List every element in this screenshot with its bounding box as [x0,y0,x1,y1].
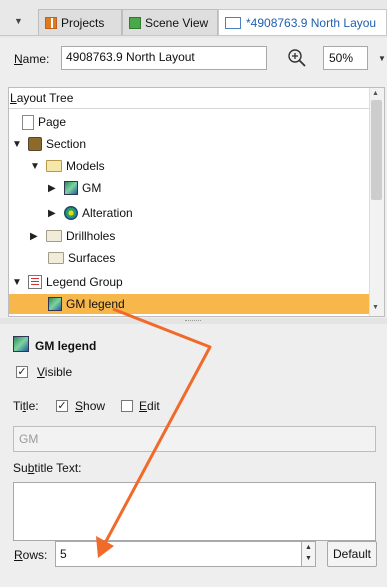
grid-icon [45,16,57,29]
gm-legend-icon [48,297,62,311]
tree-item-label: Legend Group [46,275,123,289]
page-icon [22,114,34,130]
tree-item-label: Section [46,137,87,151]
expand-toggle-icon[interactable]: ▼ [30,161,40,172]
zoom-dropdown-icon[interactable]: ▼ [378,54,386,63]
subtitle-label: Subtitle Text: [13,461,82,475]
scroll-up-icon[interactable]: ▲ [372,90,379,97]
layout-tree-header: Layout Tree [10,91,74,105]
edit-label: Edit [139,399,160,413]
expand-toggle-icon[interactable]: ▼ [12,277,22,288]
edit-checkbox[interactable] [121,400,133,412]
zoom-in-icon[interactable] [287,48,307,68]
properties-title: GM legend [35,339,97,353]
legend-group-icon [28,275,42,289]
default-button[interactable]: Default [327,541,377,567]
tree-item-surfaces[interactable]: Surfaces [48,248,115,268]
tree-item-label: Models [66,159,105,173]
expand-toggle-icon[interactable]: ▶ [48,208,58,219]
tree-item-drillholes[interactable]: ▶ Drillholes [30,226,115,246]
tab-scene-view-label: Scene View [145,15,209,30]
spin-up-icon[interactable]: ▲ [302,542,315,553]
gm-legend-icon [13,336,29,352]
show-label: Show [75,399,106,413]
splitter-grip-icon[interactable] [185,320,201,323]
tree-item-label: Alteration [82,206,133,220]
tree-item-page[interactable]: Page [22,112,66,132]
tab-divider [0,35,387,36]
folder-icon [48,252,64,264]
tab-projects[interactable]: Projects [38,9,122,35]
rows-spinner[interactable]: ▲ ▼ [302,541,316,567]
tree-item-legend-group[interactable]: ▼ Legend Group [12,272,123,292]
expand-toggle-icon[interactable]: ▼ [12,139,22,150]
tree-item-alteration[interactable]: ▶ Alteration [48,203,133,223]
cube-icon [129,16,141,29]
tree-item-section[interactable]: ▼ Section [12,134,86,154]
scroll-down-icon[interactable]: ▼ [372,304,379,311]
tab-list-dropdown-icon[interactable]: ▼ [14,16,23,26]
visible-checkbox[interactable]: ✓ [16,366,28,378]
tab-layout-label: *4908763.9 North Layou [246,15,377,30]
expand-toggle-icon[interactable]: ▶ [48,183,58,194]
folder-icon [46,160,62,172]
tab-layout[interactable]: *4908763.9 North Layou [218,9,387,35]
tree-item-gm[interactable]: ▶ GM [48,178,101,198]
name-field[interactable]: 4908763.9 North Layout [61,46,267,70]
title-field[interactable]: GM [13,426,376,452]
subtitle-text-area[interactable] [13,482,376,541]
tree-item-label: Surfaces [68,251,116,265]
alteration-icon [64,206,78,220]
rows-label: Rows: [14,548,48,562]
tree-item-models[interactable]: ▼ Models [30,156,105,176]
expand-toggle-icon[interactable]: ▶ [30,231,40,242]
folder-icon [46,230,62,242]
tree-scrollbar-thumb[interactable] [371,100,382,200]
name-label: Name: [14,52,50,66]
tab-projects-label: Projects [61,15,105,30]
layout-icon [225,16,241,29]
show-checkbox[interactable]: ✓ [56,400,68,412]
title-label: Title: [13,399,39,413]
tree-header-divider [9,108,369,109]
spin-down-icon[interactable]: ▼ [302,553,315,564]
zoom-select[interactable]: 50% [323,46,368,70]
tree-item-label: Page [38,115,67,129]
tree-item-label: Drillholes [66,229,116,243]
tree-item-label: GM [82,181,102,195]
tab-scene-view[interactable]: Scene View [122,9,218,35]
tree-item-label: GM legend [66,297,125,311]
rows-field[interactable]: 5 [55,541,302,567]
gm-model-icon [64,181,78,195]
tree-item-gm-legend[interactable]: GM legend [9,294,369,314]
visible-label: Visible [37,365,73,379]
section-icon [28,137,42,151]
